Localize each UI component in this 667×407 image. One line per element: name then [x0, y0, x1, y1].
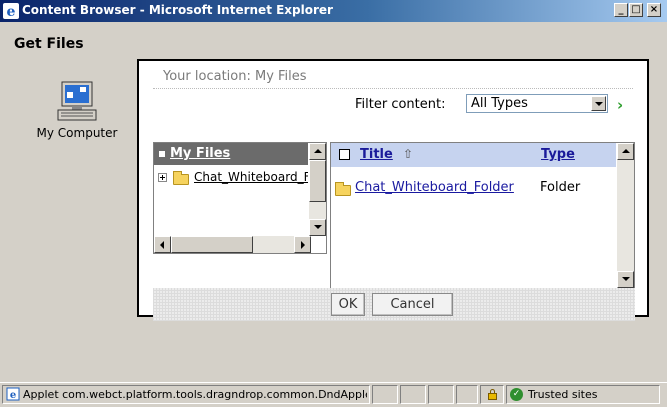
page-title: Get Files: [14, 36, 84, 52]
my-computer-shortcut[interactable]: My Computer: [22, 80, 132, 140]
close-button[interactable]: ×: [647, 3, 661, 17]
status-message: Applet com.webct.platform.tools.dragndro…: [23, 388, 367, 401]
filter-value: All Types: [471, 96, 528, 111]
status-message-cell: e Applet com.webct.platform.tools.dragnd…: [2, 385, 370, 404]
scroll-down-icon[interactable]: [309, 219, 326, 236]
expand-icon[interactable]: [158, 173, 167, 182]
tree-item[interactable]: Chat_Whiteboard_Folder: [158, 170, 308, 186]
page-content: Get Files My Computer Your location: My …: [0, 22, 667, 382]
file-list: Title ⇧ Type Chat_Whiteboard_Folder Fold…: [330, 142, 635, 289]
file-name-link[interactable]: Chat_Whiteboard_Folder: [355, 180, 514, 195]
folder-icon: [173, 171, 189, 185]
file-type: Folder: [540, 180, 581, 195]
tree-vertical-scrollbar[interactable]: [309, 143, 326, 236]
folder-tree: My Files Chat_Whiteboard_Folder: [153, 142, 327, 254]
status-cell: [400, 385, 426, 404]
sort-ascending-icon[interactable]: ⇧: [403, 147, 413, 161]
maximize-button[interactable]: □: [629, 3, 643, 17]
go-arrow-icon[interactable]: ›: [617, 96, 623, 114]
scroll-left-icon[interactable]: [154, 236, 171, 253]
column-type[interactable]: Type: [541, 147, 575, 162]
scroll-thumb[interactable]: [309, 160, 326, 202]
trusted-check-icon: ✓: [510, 388, 523, 401]
title-bar: e Content Browser - Microsoft Internet E…: [0, 0, 667, 22]
scroll-up-icon[interactable]: [617, 143, 634, 160]
status-cell: [372, 385, 398, 404]
content-browser-dialog: Your location: My Files Filter content: …: [137, 59, 649, 321]
scroll-right-icon[interactable]: [294, 236, 311, 253]
window-title: Content Browser - Microsoft Internet Exp…: [22, 3, 333, 17]
internet-explorer-icon: e: [3, 3, 19, 19]
svg-text:e: e: [10, 390, 16, 401]
location-breadcrumb: Your location: My Files: [163, 69, 307, 84]
my-computer-label: My Computer: [36, 126, 118, 140]
maximize-icon: □: [631, 4, 641, 15]
lock-icon: [488, 389, 497, 400]
ok-button[interactable]: OK: [331, 293, 365, 316]
list-vertical-scrollbar[interactable]: [617, 143, 634, 288]
folder-icon: [335, 182, 351, 196]
tree-root-label: My Files: [170, 146, 231, 161]
minimize-button[interactable]: _: [614, 3, 628, 17]
tree-root[interactable]: My Files: [154, 143, 308, 165]
tree-item-label[interactable]: Chat_Whiteboard_Folder: [194, 170, 308, 184]
status-cell: [456, 385, 478, 404]
status-bar: e Applet com.webct.platform.tools.dragnd…: [0, 382, 667, 407]
chevron-down-icon[interactable]: [591, 96, 606, 111]
zone-cell[interactable]: ✓ Trusted sites: [506, 385, 660, 404]
status-cell: [428, 385, 454, 404]
minimize-icon: _: [618, 4, 624, 15]
list-header: Title ⇧ Type: [331, 143, 616, 167]
page-icon: e: [6, 387, 20, 401]
column-title[interactable]: Title: [360, 147, 393, 162]
close-icon: ×: [649, 4, 659, 15]
security-cell: [480, 385, 504, 404]
scroll-down-icon[interactable]: [617, 271, 634, 288]
select-all-checkbox[interactable]: [339, 149, 350, 160]
divider: [153, 88, 633, 89]
bullet-icon: [159, 151, 165, 157]
tree-horizontal-scrollbar[interactable]: [154, 236, 311, 253]
filter-label: Filter content:: [355, 97, 446, 112]
cancel-button[interactable]: Cancel: [372, 293, 453, 316]
zone-label: Trusted sites: [528, 388, 598, 401]
button-bar: OK Cancel: [153, 288, 635, 321]
computer-icon: [57, 81, 97, 121]
scroll-up-icon[interactable]: [309, 143, 326, 160]
scroll-thumb[interactable]: [171, 236, 253, 253]
svg-text:e: e: [7, 4, 16, 19]
filter-select[interactable]: All Types: [466, 94, 608, 113]
